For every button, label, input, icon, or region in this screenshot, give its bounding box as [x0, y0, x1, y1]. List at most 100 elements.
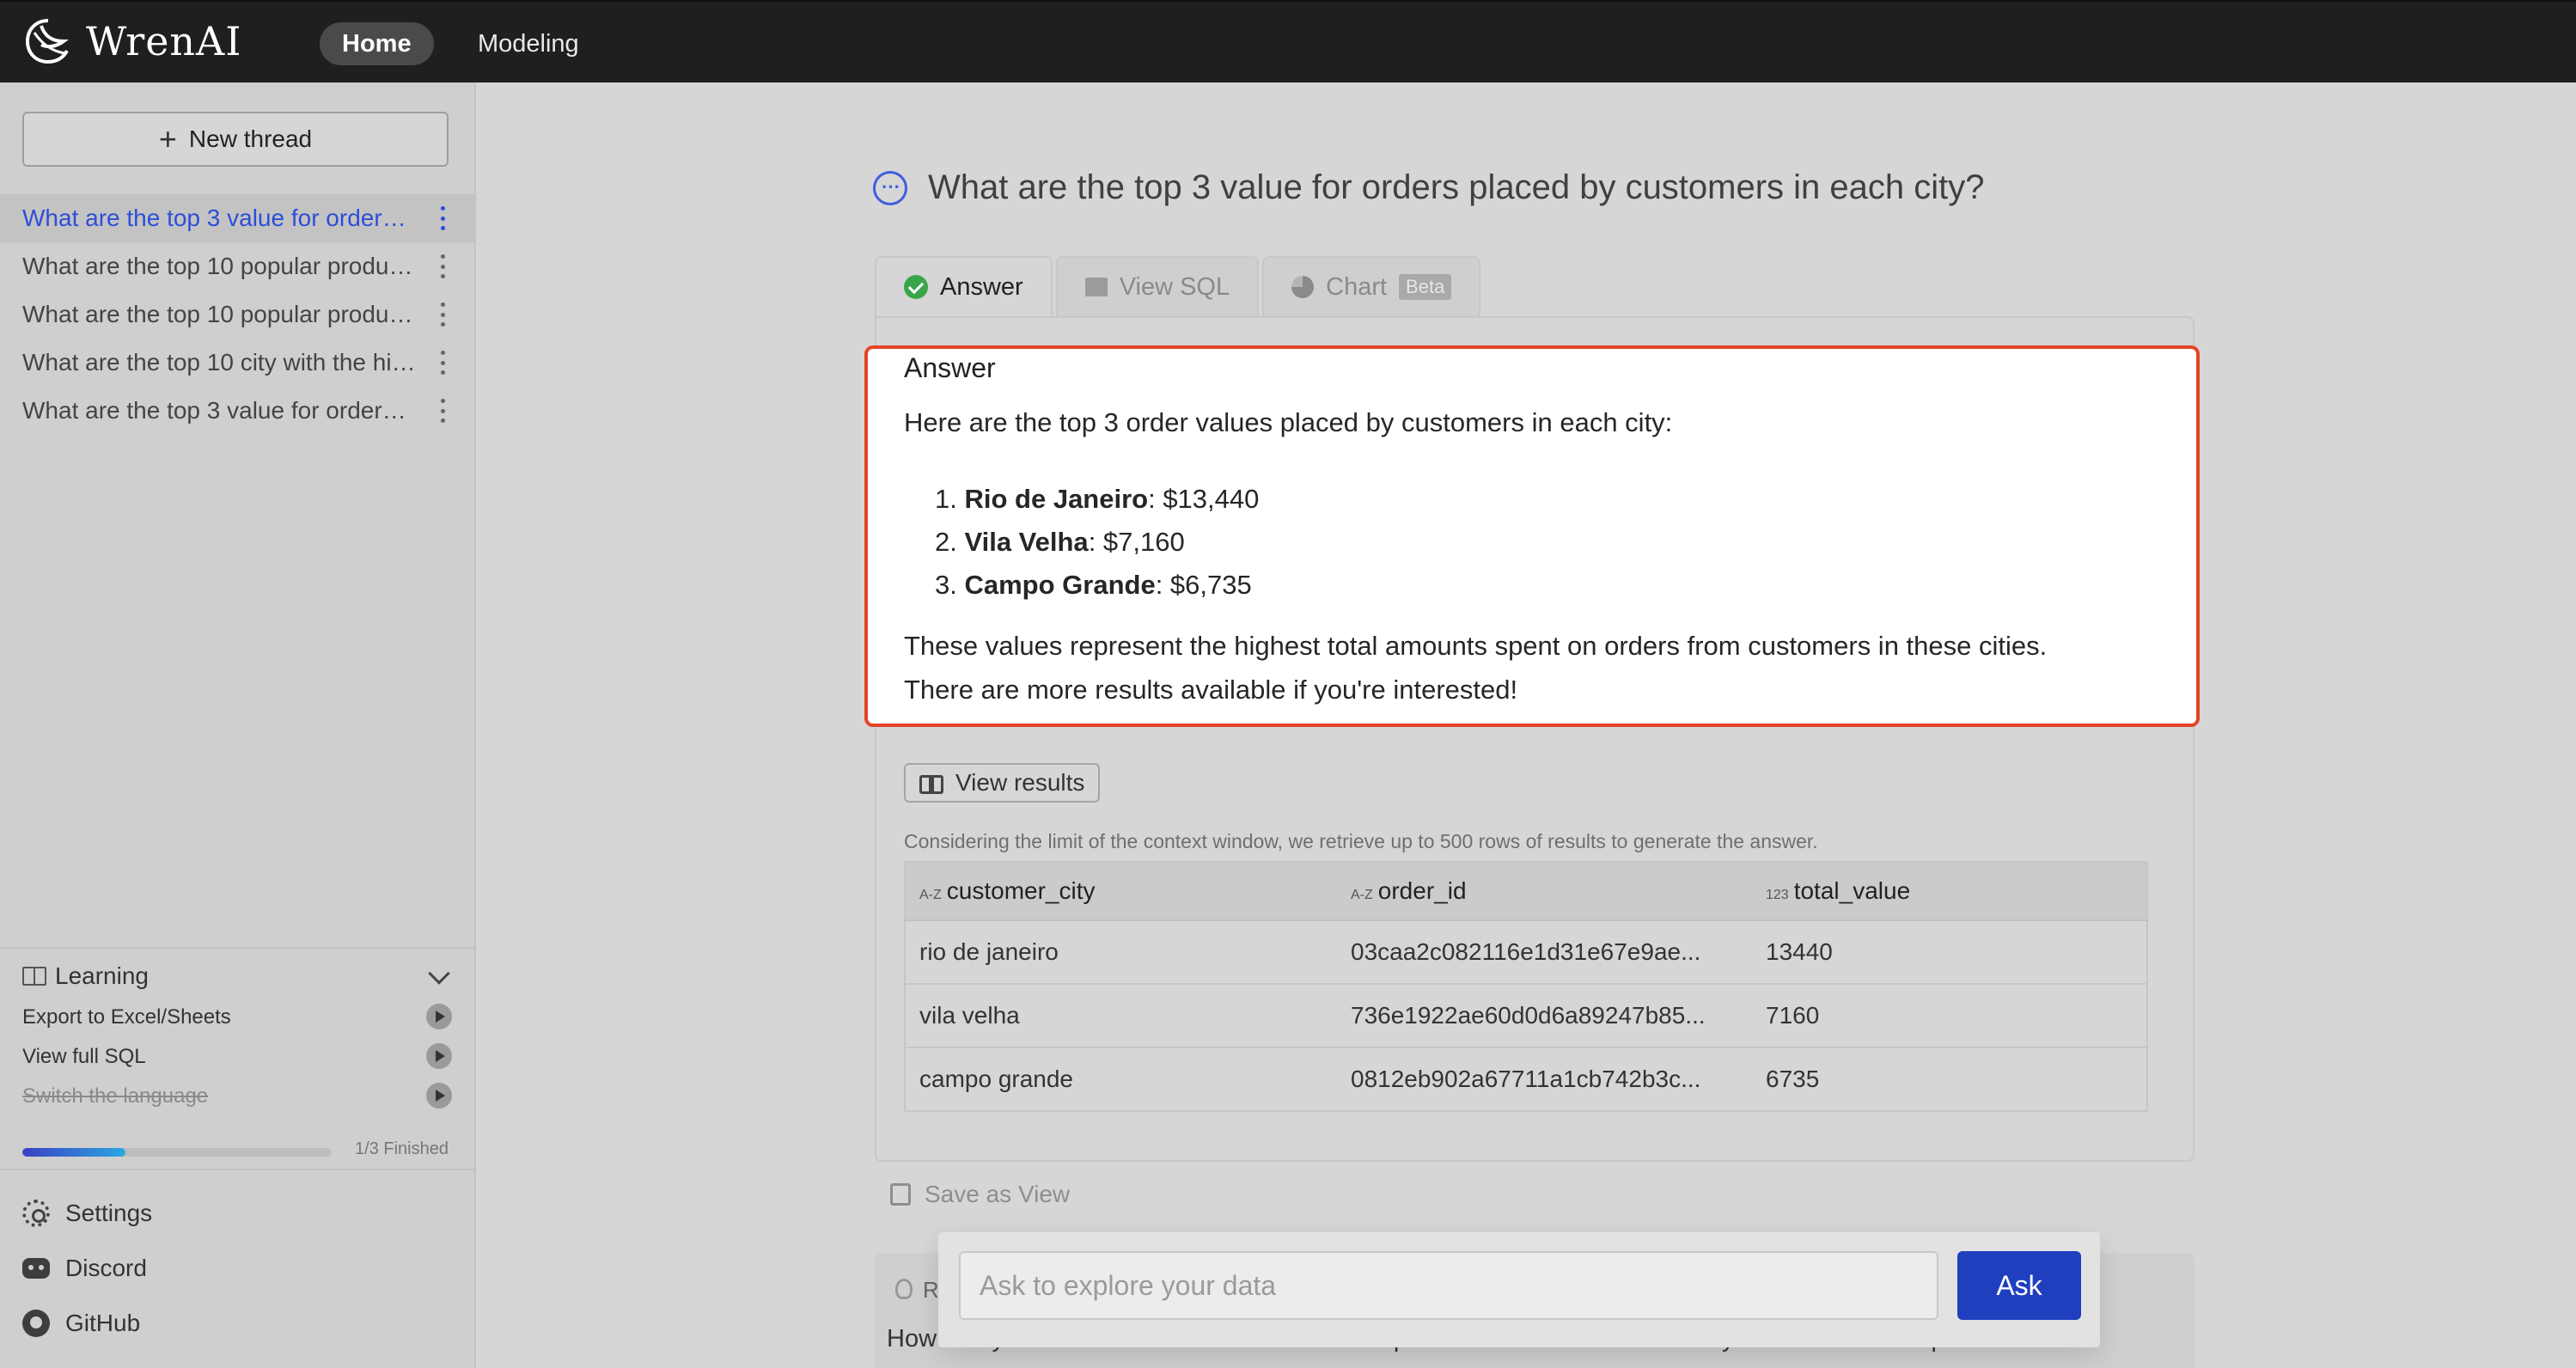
new-thread-button[interactable]: + New thread: [22, 112, 449, 167]
tab-answer[interactable]: Answer: [875, 256, 1053, 316]
nav-home[interactable]: Home: [320, 22, 434, 65]
play-icon[interactable]: [426, 1083, 452, 1108]
play-icon[interactable]: [426, 1043, 452, 1069]
thread-list: What are the top 3 value for orders plac…: [0, 194, 476, 435]
app-name: WrenAI: [86, 18, 242, 64]
book-icon: [22, 967, 46, 986]
answer-item-value: : $6,735: [1155, 570, 1252, 600]
more-options-icon[interactable]: [440, 302, 445, 327]
answer-outro: These values represent the highest total…: [904, 624, 2167, 711]
view-results-label: View results: [955, 769, 1085, 796]
column-header: A-Z order_id: [1337, 862, 1752, 921]
thread-item[interactable]: What are the top 10 popular product cate…: [0, 290, 476, 339]
nav-modeling[interactable]: Modeling: [478, 22, 579, 65]
chevron-down-icon[interactable]: [428, 962, 450, 985]
column-name: customer_city: [946, 877, 1096, 904]
answer-list: 1. Rio de Janeiro: $13,440 2. Vila Velha…: [935, 478, 1259, 607]
learning-header[interactable]: Learning: [22, 962, 149, 990]
save-as-view-button[interactable]: Save as View: [890, 1181, 1070, 1208]
discord-icon: [22, 1258, 50, 1279]
more-options-icon[interactable]: [440, 351, 445, 375]
context-note: Considering the limit of the context win…: [904, 830, 1818, 852]
table-row: campo grande 0812eb902a67711a1cb742b3c..…: [905, 1047, 2147, 1112]
answer-list-item: 3. Campo Grande: $6,735: [935, 564, 1259, 607]
answer-item-value: : $7,160: [1088, 527, 1185, 557]
answer-item-number: 3.: [935, 570, 957, 600]
thread-label: What are the top 3 value for orders plac…: [22, 397, 418, 424]
answer-item-number: 2.: [935, 527, 957, 557]
column-header: A-Z customer_city: [905, 862, 1337, 921]
learning-item-language[interactable]: Switch the language: [22, 1083, 452, 1108]
plus-icon: +: [158, 121, 177, 156]
learning-panel: Learning Export to Excel/Sheets View ful…: [0, 947, 476, 1170]
thread-item[interactable]: What are the top 10 popular product cate…: [0, 242, 476, 290]
answer-outro-line: These values represent the highest total…: [904, 631, 2048, 661]
recommend-heading: R: [923, 1277, 939, 1303]
thread-label: What are the top 10 popular product cate…: [22, 301, 418, 327]
more-options-icon[interactable]: [440, 254, 445, 278]
tab-answer-label: Answer: [940, 272, 1023, 301]
table-cell: 13440: [1752, 920, 2147, 985]
tab-chart[interactable]: Chart Beta: [1262, 256, 1481, 316]
ask-input[interactable]: [959, 1251, 1938, 1320]
table-row: vila velha 736e1922ae60d0d6a89247b85... …: [905, 984, 2147, 1048]
answer-heading: Answer: [904, 352, 996, 383]
pie-chart-icon: [1291, 276, 1315, 298]
answer-intro: Here are the top 3 order values placed b…: [904, 407, 1673, 437]
check-circle-icon: [904, 275, 928, 299]
github-label: GitHub: [65, 1310, 141, 1336]
beta-badge: Beta: [1399, 274, 1452, 300]
thread-item[interactable]: What are the top 3 value for orders plac…: [0, 387, 476, 435]
gear-icon: [22, 1200, 50, 1227]
learning-item-view-sql[interactable]: View full SQL: [22, 1043, 452, 1069]
answer-item-number: 1.: [935, 484, 957, 514]
table-cell: 0812eb902a67711a1cb742b3c...: [1337, 1047, 1752, 1112]
learning-progress-text: 1/3 Finished: [355, 1139, 449, 1158]
column-header: 123 total_value: [1752, 862, 2147, 921]
table-cell: vila velha: [905, 984, 1337, 1048]
settings-link[interactable]: Settings: [22, 1200, 152, 1227]
view-results-button[interactable]: View results: [904, 763, 1101, 803]
answer-item-value: : $13,440: [1148, 484, 1260, 514]
binoculars-icon: [919, 772, 943, 794]
answer-item-city: Rio de Janeiro: [964, 484, 1149, 514]
more-options-icon[interactable]: [440, 399, 445, 423]
answer-item-city: Campo Grande: [964, 570, 1156, 600]
thread-label: What are the top 10 popular product cate…: [22, 253, 418, 279]
sidebar: + New thread What are the top 3 value fo…: [0, 82, 476, 1368]
discord-link[interactable]: Discord: [22, 1255, 147, 1282]
tab-view-sql[interactable]: View SQL: [1055, 256, 1260, 316]
question-title: What are the top 3 value for orders plac…: [928, 168, 1985, 206]
save-icon: [890, 1183, 911, 1206]
lightbulb-icon: [895, 1279, 913, 1299]
table-cell: 7160: [1752, 984, 2147, 1048]
number-type-icon: 123: [1766, 888, 1789, 902]
learning-progress-bar: [22, 1148, 332, 1157]
results-table: A-Z customer_city A-Z order_id 123 total_va…: [904, 861, 2148, 1112]
settings-label: Settings: [65, 1200, 153, 1226]
tab-view-sql-label: View SQL: [1119, 272, 1230, 301]
thread-label: What are the top 3 value for orders plac…: [22, 205, 418, 231]
learning-item-label: Switch the language: [22, 1084, 209, 1108]
ask-button[interactable]: Ask: [1957, 1251, 2081, 1320]
play-icon[interactable]: [426, 1004, 452, 1029]
answer-box: Answer Here are the top 3 order values p…: [864, 345, 2200, 727]
learning-progress-fill: [22, 1148, 125, 1157]
table-cell: 736e1922ae60d0d6a89247b85...: [1337, 984, 1752, 1048]
tab-chart-label: Chart: [1326, 272, 1388, 301]
learning-item-export[interactable]: Export to Excel/Sheets: [22, 1004, 452, 1029]
answer-item-city: Vila Velha: [964, 527, 1089, 557]
logo[interactable]: WrenAI: [22, 15, 241, 67]
thread-item-active[interactable]: What are the top 3 value for orders plac…: [0, 194, 476, 242]
question-header: What are the top 3 value for orders plac…: [873, 168, 1985, 207]
table-cell: 03caa2c082116e1d31e67e9ae...: [1337, 920, 1752, 985]
answer-outro-line: There are more results available if you'…: [904, 675, 1518, 705]
github-link[interactable]: GitHub: [22, 1310, 140, 1337]
thread-item[interactable]: What are the top 10 city with the highes…: [0, 339, 476, 387]
text-type-icon: A-Z: [1351, 888, 1373, 902]
ask-bar: Ask: [938, 1232, 2100, 1347]
learning-item-label: View full SQL: [22, 1045, 146, 1068]
more-options-icon[interactable]: [440, 206, 445, 230]
learning-item-label: Export to Excel/Sheets: [22, 1005, 231, 1029]
result-tabs: Answer View SQL Chart Beta: [875, 256, 1481, 316]
